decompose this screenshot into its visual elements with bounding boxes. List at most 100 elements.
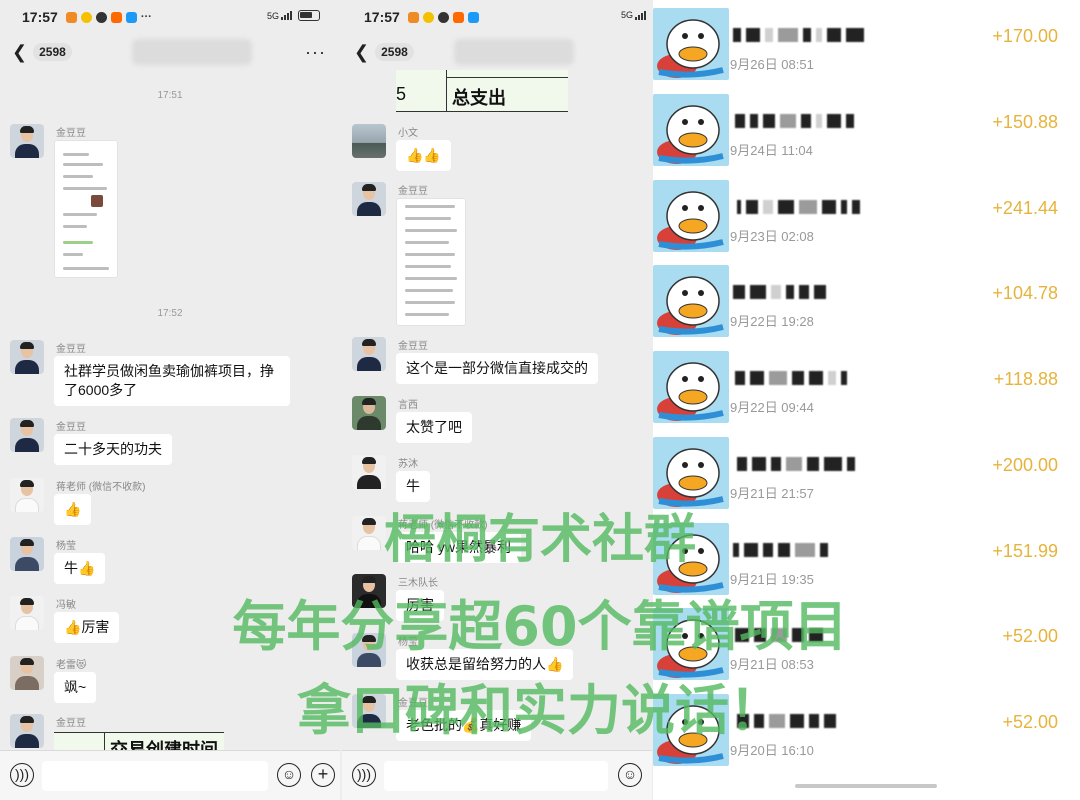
message-bubble[interactable]: 牛👍 [54,553,106,584]
chat-panel-left: 17:57 ··· 5G ❮ 2598 ··· 17:51 金豆豆 17:52 … [0,0,340,800]
transaction-row[interactable]: 9月21日 08:53 +52.00 [653,600,1080,685]
more-icon[interactable]: ··· [305,42,326,63]
sender-name: 蒋老师 (微信不收款) [56,482,146,493]
sender-name: 苏沐 [398,459,418,470]
transaction-time: 9月24日 11:04 [730,143,813,158]
notification-icon [407,11,419,23]
transaction-row[interactable]: 9月26日 08:51 +170.00 [653,0,1080,85]
sender-name: 三木队长 [398,578,438,589]
transaction-amount: +52.00 [1002,626,1058,646]
transaction-row[interactable]: 9月20日 16:10 +52.00 [653,686,1080,771]
message-bubble[interactable]: 哈哈 yw果然暴利 [396,532,521,563]
app-icon [125,11,137,23]
unread-count-badge[interactable]: 2598 [375,43,414,61]
message-input[interactable] [42,761,268,791]
blurred-payer-name [737,200,860,214]
unread-count-badge[interactable]: 2598 [33,43,72,61]
table-number: 5 [396,84,407,104]
avatar[interactable] [352,516,386,550]
avatar[interactable] [352,396,386,430]
sender-name: 金豆豆 [56,344,86,355]
chat-title-blurred [453,39,574,65]
avatar[interactable] [10,537,44,571]
avatar[interactable] [352,694,386,728]
transaction-row[interactable]: 9月24日 11:04 +150.88 [653,86,1080,171]
sender-name: 小文 [398,128,418,139]
network-label: 5G [266,10,279,21]
duck-avatar-icon [653,265,729,337]
more-notifications-icon: ··· [140,11,152,23]
message-bubble[interactable]: 太赞了吧 [396,412,472,443]
sender-name: 金豆豆 [398,698,428,709]
transaction-time: 9月22日 09:44 [730,400,814,415]
transaction-row[interactable]: 9月22日 19:28 +104.78 [653,257,1080,342]
avatar[interactable] [10,656,44,690]
emoji-icon[interactable]: ☺ [277,763,301,787]
message-bubble[interactable]: 收获总是留给努力的人👍 [396,649,574,680]
plus-icon[interactable]: + [311,763,335,787]
screenshot-image-message[interactable] [396,198,466,326]
battery-icon [298,10,320,21]
avatar[interactable] [10,418,44,452]
avatar[interactable] [10,596,44,630]
transaction-row[interactable]: 9月21日 19:35 +151.99 [653,515,1080,600]
duck-avatar-icon [653,180,729,252]
chat-notification-icon [437,11,449,23]
transaction-time: 9月21日 21:57 [730,486,814,501]
voice-icon[interactable]: ))) [10,763,34,787]
avatar[interactable] [352,182,386,216]
home-indicator [795,784,937,788]
message-bubble[interactable]: 社群学员做闲鱼卖瑜伽裤项目，挣了6000多了 [54,356,290,406]
status-indicators: 5G [267,10,320,21]
avatar[interactable] [352,455,386,489]
chat-header: ❮ 2598 [342,36,652,68]
transaction-amount: +241.44 [992,198,1058,218]
message-bubble[interactable]: 老色批的💰真好赚 [396,710,532,741]
sender-name: 蒋老师 (微信不收款) [398,520,488,531]
notification-icon [65,11,77,23]
message-input[interactable] [384,761,608,791]
chat-panel-middle: 17:57 5G ❮ 2598 5 总支出 小文 👍👍 金豆豆 金豆豆 这个是一… [342,0,652,800]
message-bubble[interactable]: 这个是一部分微信直接成交的 [396,353,598,384]
transaction-row[interactable]: 9月23日 02:08 +241.44 [653,172,1080,257]
blurred-payer-name [733,543,828,557]
transaction-row[interactable]: 9月21日 21:57 +200.00 [653,429,1080,514]
message-bubble[interactable]: 牛 [396,471,430,502]
message-bubble[interactable]: 厉害 [396,590,444,621]
message-bubble[interactable]: 二十多天的功夫 [54,434,172,465]
avatar[interactable] [10,124,44,158]
emoji-icon[interactable]: ☺ [618,763,642,787]
chat-title-blurred [131,39,252,65]
taobao-icon [110,11,122,23]
notification-icon [80,11,92,23]
sender-name: 金豆豆 [398,186,428,197]
avatar[interactable] [10,714,44,748]
transaction-time: 9月21日 08:53 [730,657,814,672]
voice-icon[interactable]: ))) [352,763,376,787]
table-footer-text: 总支出 [452,88,506,108]
transaction-amount: +104.78 [992,283,1058,303]
transaction-amount: +170.00 [992,26,1058,46]
avatar[interactable] [352,574,386,608]
blurred-payer-name [737,714,836,728]
transaction-row[interactable]: 9月22日 09:44 +118.88 [653,343,1080,428]
message-bubble[interactable]: 👍厉害 [54,612,120,643]
message-bubble[interactable]: 👍👍 [396,140,451,171]
blurred-payer-name [737,457,855,471]
transaction-amount: +52.00 [1002,712,1058,732]
status-time: 17:57 [22,9,58,25]
back-arrow-icon[interactable]: ❮ [354,42,369,63]
table-image-message[interactable]: 5 总支出 [396,70,568,112]
duck-avatar-icon [653,94,729,166]
avatar[interactable] [10,340,44,374]
avatar[interactable] [10,478,44,512]
message-bubble[interactable]: 👍 [54,494,92,525]
avatar[interactable] [352,337,386,371]
message-bubble[interactable]: 飒~ [54,672,97,703]
screenshot-image-message[interactable] [54,140,118,278]
transaction-amount: +118.88 [993,369,1058,389]
avatar[interactable] [352,633,386,667]
avatar[interactable] [352,124,386,158]
back-arrow-icon[interactable]: ❮ [12,42,27,63]
sender-name: 杨莹 [56,541,76,552]
